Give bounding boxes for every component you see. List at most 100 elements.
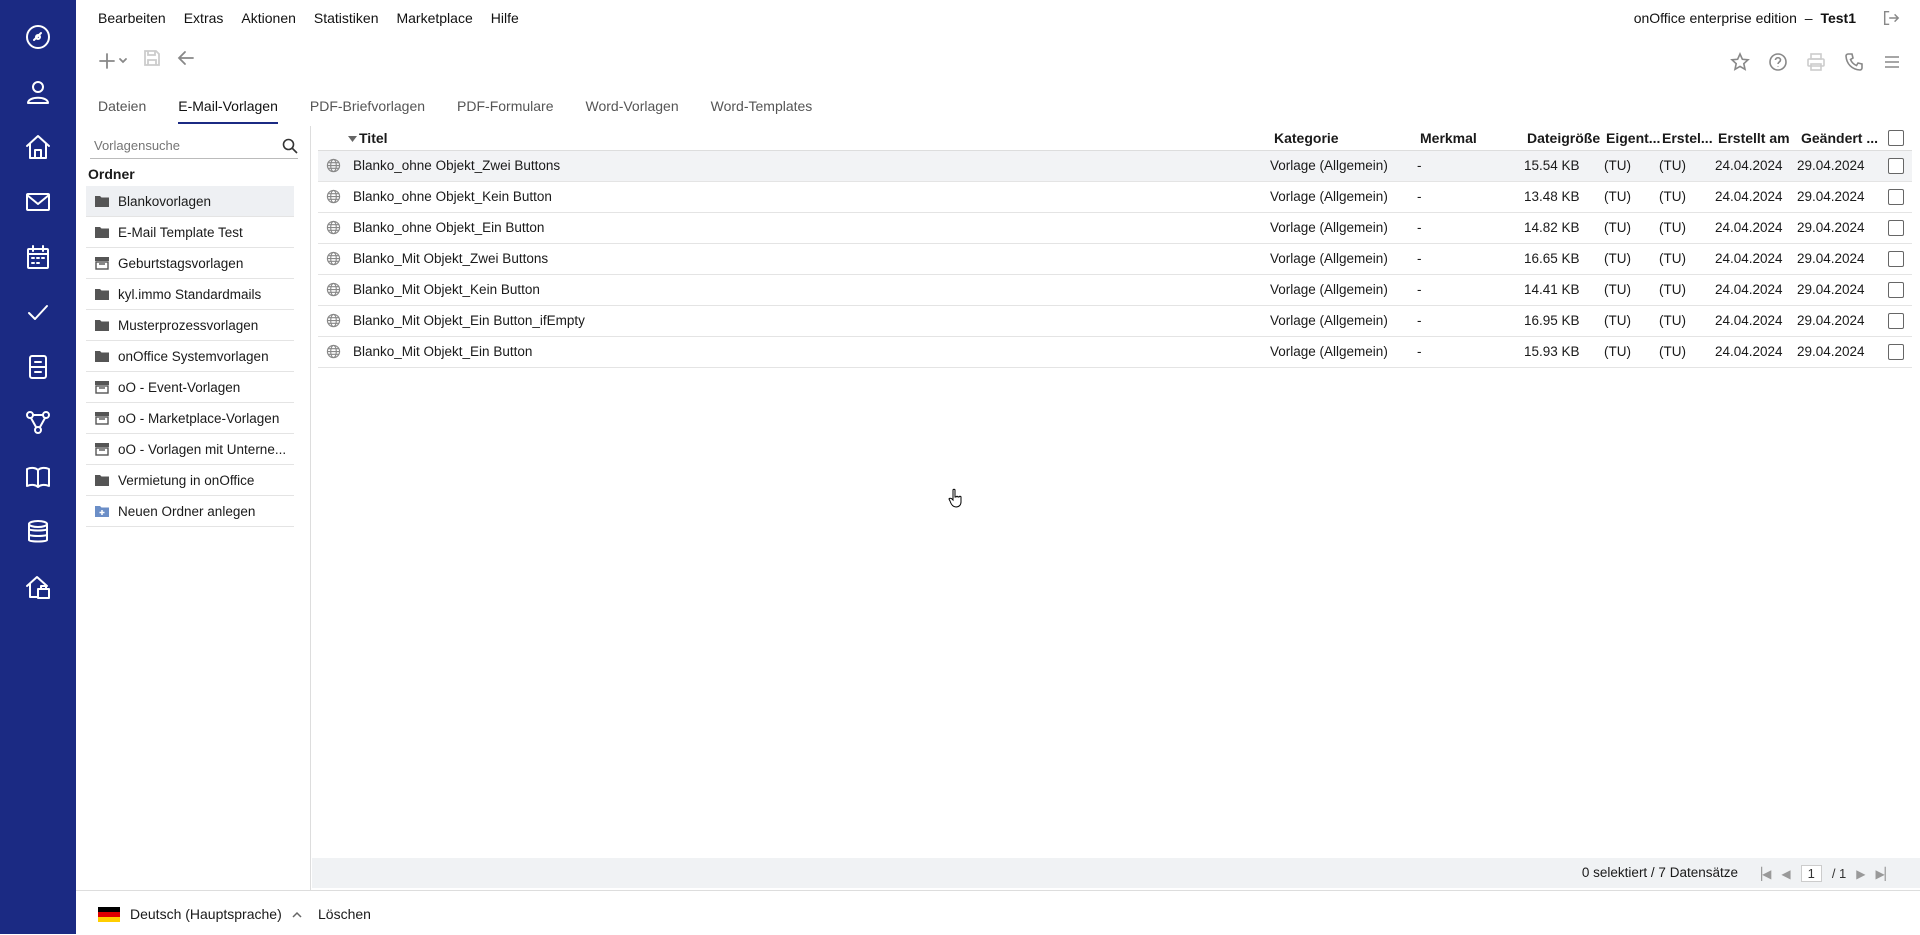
menu-aktionen[interactable]: Aktionen xyxy=(241,10,295,30)
phone-icon[interactable] xyxy=(1844,52,1864,77)
table-row[interactable]: Blanko_Mit Objekt_Ein Button Vorlage (All… xyxy=(318,337,1912,368)
tab-pdf-briefvorlagen[interactable]: PDF-Briefvorlagen xyxy=(310,98,425,124)
cell-titel: Blanko_Mit Objekt_Zwei Buttons xyxy=(353,251,549,266)
delete-button[interactable]: Löschen xyxy=(318,906,371,922)
folder-icon xyxy=(86,349,118,363)
folder-label: onOffice Systemvorlagen xyxy=(118,348,269,364)
book-icon[interactable] xyxy=(22,461,54,493)
cell-eigentuemer: (TU) xyxy=(1604,344,1631,359)
chevron-up-icon xyxy=(292,911,302,918)
add-new-button[interactable] xyxy=(98,52,128,70)
first-page-icon[interactable]: ▕◀ xyxy=(1753,867,1771,881)
folder-item[interactable]: oO - Event-Vorlagen xyxy=(86,372,294,403)
menu-hilfe[interactable]: Hilfe xyxy=(491,10,519,30)
properties-home-icon[interactable] xyxy=(22,131,54,163)
dashboard-icon[interactable] xyxy=(22,21,54,53)
template-search xyxy=(90,136,298,159)
workflow-icon[interactable] xyxy=(22,406,54,438)
column-header-geaendert[interactable]: Geändert ... xyxy=(1801,130,1878,146)
back-button[interactable] xyxy=(176,48,196,73)
folder-item[interactable]: oO - Marketplace-Vorlagen xyxy=(86,403,294,434)
cell-ersteller: (TU) xyxy=(1659,158,1686,173)
row-checkbox[interactable] xyxy=(1888,282,1904,298)
select-all-checkbox[interactable] xyxy=(1888,130,1904,146)
folder-label: Blankovorlagen xyxy=(118,193,212,209)
folder-item[interactable]: Blankovorlagen xyxy=(86,186,294,217)
folder-label: oO - Event-Vorlagen xyxy=(118,379,241,395)
folder-item[interactable]: onOffice Systemvorlagen xyxy=(86,341,294,372)
menu-marketplace[interactable]: Marketplace xyxy=(396,10,472,30)
column-header-dateigroesse[interactable]: Dateigröße xyxy=(1527,130,1600,146)
tab-pdf-formulare[interactable]: PDF-Formulare xyxy=(457,98,553,124)
menu-extras[interactable]: Extras xyxy=(184,10,224,30)
calendar-icon[interactable] xyxy=(22,241,54,273)
tasks-check-icon[interactable] xyxy=(22,296,54,328)
page-number-input[interactable]: 1 xyxy=(1800,865,1822,882)
cell-erstellt-am: 24.04.2024 xyxy=(1715,189,1783,204)
cell-dateigroesse: 16.65 KB xyxy=(1524,251,1580,266)
column-header-eigentuemer[interactable]: Eigent... xyxy=(1606,130,1660,146)
row-checkbox[interactable] xyxy=(1888,189,1904,205)
cell-titel: Blanko_ohne Objekt_Kein Button xyxy=(353,189,552,204)
folder-item[interactable]: kyl.immo Standardmails xyxy=(86,279,294,310)
cell-eigentuemer: (TU) xyxy=(1604,158,1631,173)
email-icon[interactable] xyxy=(22,186,54,218)
column-header-ersteller[interactable]: Erstel... xyxy=(1662,130,1713,146)
print-icon[interactable] xyxy=(1806,52,1826,77)
row-checkbox[interactable] xyxy=(1888,158,1904,174)
template-search-input[interactable] xyxy=(90,136,278,155)
row-checkbox[interactable] xyxy=(1888,313,1904,329)
cell-kategorie: Vorlage (Allgemein) xyxy=(1270,189,1388,204)
folder-item[interactable]: oO - Vorlagen mit Unterne... xyxy=(86,434,294,465)
save-button[interactable] xyxy=(142,48,162,73)
column-label-titel: Titel xyxy=(359,130,388,146)
folder-item[interactable]: Vermietung in onOffice xyxy=(86,465,294,496)
table-header: Titel Kategorie Merkmal Dateigröße Eigen… xyxy=(318,126,1912,151)
cell-dateigroesse: 15.54 KB xyxy=(1524,158,1580,173)
row-checkbox[interactable] xyxy=(1888,344,1904,360)
next-page-icon[interactable]: ▶ xyxy=(1856,867,1865,881)
german-flag-icon xyxy=(98,907,120,922)
cell-kategorie: Vorlage (Allgemein) xyxy=(1270,313,1388,328)
search-icon[interactable] xyxy=(282,138,298,159)
tab-email-vorlagen[interactable]: E-Mail-Vorlagen xyxy=(178,98,278,124)
tab-dateien[interactable]: Dateien xyxy=(98,98,146,124)
language-selector[interactable]: Deutsch (Hauptsprache) xyxy=(130,906,302,922)
new-folder-button[interactable]: Neuen Ordner anlegen xyxy=(86,496,294,527)
arrow-left-icon xyxy=(177,51,194,65)
contacts-icon[interactable] xyxy=(22,76,54,108)
table-row[interactable]: Blanko_Mit Objekt_Ein Button_ifEmpty Vorl… xyxy=(318,306,1912,337)
row-checkbox[interactable] xyxy=(1888,251,1904,267)
table-row[interactable]: Blanko_ohne Objekt_Kein Button Vorlage (A… xyxy=(318,182,1912,213)
last-page-icon[interactable]: ▶▏ xyxy=(1876,867,1894,881)
table-row[interactable]: Blanko_ohne Objekt_Ein Button Vorlage (Al… xyxy=(318,213,1912,244)
previous-page-icon[interactable]: ◀ xyxy=(1781,867,1790,881)
folder-item[interactable]: Geburtstagsvorlagen xyxy=(86,248,294,279)
favorite-star-icon[interactable] xyxy=(1730,52,1750,77)
column-header-erstellt-am[interactable]: Erstellt am xyxy=(1718,130,1790,146)
column-header-merkmal[interactable]: Merkmal xyxy=(1420,130,1477,146)
folder-item[interactable]: E-Mail Template Test xyxy=(86,217,294,248)
menu-statistiken[interactable]: Statistiken xyxy=(314,10,379,30)
column-header-kategorie[interactable]: Kategorie xyxy=(1274,130,1339,146)
column-header-titel[interactable]: Titel xyxy=(348,130,388,146)
table-row[interactable]: Blanko_ohne Objekt_Zwei Buttons Vorlage (… xyxy=(318,151,1912,182)
globe-icon xyxy=(326,282,341,300)
user-name[interactable]: Test1 xyxy=(1820,10,1856,26)
folder-icon xyxy=(86,194,118,208)
table-row[interactable]: Blanko_Mit Objekt_Zwei Buttons Vorlage (A… xyxy=(318,244,1912,275)
logout-icon[interactable] xyxy=(1882,9,1902,29)
row-checkbox[interactable] xyxy=(1888,220,1904,236)
menu-bearbeiten[interactable]: Bearbeiten xyxy=(98,10,166,30)
help-icon[interactable] xyxy=(1768,52,1788,77)
tab-word-templates[interactable]: Word-Templates xyxy=(711,98,813,124)
cell-geaendert: 29.04.2024 xyxy=(1797,189,1865,204)
table-row[interactable]: Blanko_Mit Objekt_Kein Button Vorlage (Al… xyxy=(318,275,1912,306)
files-cabinet-icon[interactable] xyxy=(22,351,54,383)
tab-word-vorlagen[interactable]: Word-Vorlagen xyxy=(586,98,679,124)
folder-item[interactable]: Musterprozessvorlagen xyxy=(86,310,294,341)
database-icon[interactable] xyxy=(22,516,54,548)
real-estate-icon[interactable] xyxy=(22,571,54,603)
hamburger-menu-icon[interactable] xyxy=(1882,52,1902,77)
bottom-bar: Deutsch (Hauptsprache) Löschen xyxy=(76,890,1920,935)
